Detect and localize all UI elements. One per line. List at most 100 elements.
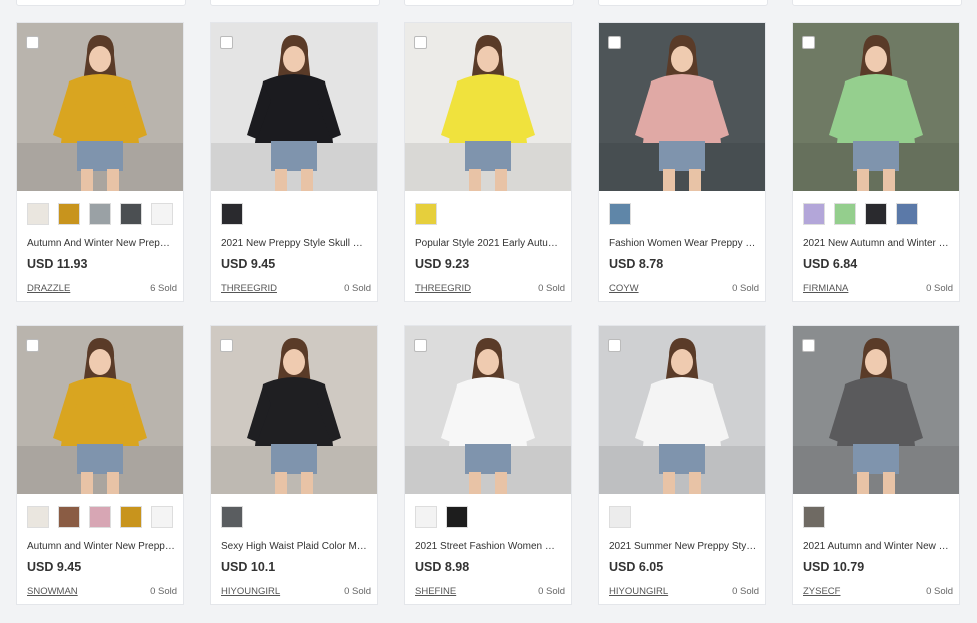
product-card[interactable]: Autumn And Winter New Preppy Style Turtl… [16,22,184,302]
select-checkbox[interactable] [608,36,621,49]
variant-thumbnail[interactable] [89,506,111,528]
product-image[interactable] [211,23,377,191]
select-checkbox[interactable] [802,36,815,49]
variant-thumbnails [803,203,953,229]
select-checkbox[interactable] [26,339,39,352]
product-image[interactable] [599,23,765,191]
variant-thumbnails [803,506,953,532]
select-checkbox[interactable] [26,36,39,49]
product-card[interactable]: Popular Style 2021 Early Autumn Sweater U… [404,22,572,302]
product-card[interactable]: Fashion Women Wear Preppy Style Top USD 8… [598,22,766,302]
store-link[interactable]: SNOWMAN [27,586,78,597]
product-title[interactable]: 2021 New Autumn and Winter Sweater [803,238,951,249]
product-image[interactable] [599,326,765,494]
variant-thumbnail[interactable] [609,203,631,225]
product-card[interactable]: 2021 New Preppy Style Skull Sweater USD 9… [210,22,378,302]
sold-count: 0 Sold [344,283,371,294]
store-link[interactable]: COYW [609,283,639,294]
product-price: USD 8.98 [415,560,470,574]
product-image[interactable] [405,23,571,191]
product-photo [17,23,183,191]
variant-thumbnail[interactable] [89,203,111,225]
variant-thumbnail[interactable] [221,203,243,225]
variant-thumbnail[interactable] [151,506,173,528]
card-edge [598,0,768,6]
product-card[interactable]: 2021 New Autumn and Winter Sweater USD 6.… [792,22,960,302]
product-photo [17,326,183,494]
product-image[interactable] [793,23,959,191]
store-link[interactable]: DRAZZLE [27,283,70,294]
variant-thumbnail[interactable] [415,506,437,528]
variant-thumbnails [609,506,759,532]
card-edge [404,0,574,6]
variant-thumbnail[interactable] [834,203,856,225]
store-link[interactable]: HIYOUNGIRL [221,586,280,597]
select-checkbox[interactable] [220,339,233,352]
sold-count: 0 Sold [150,586,177,597]
product-photo [211,23,377,191]
store-link[interactable]: FIRMIANA [803,283,848,294]
store-link[interactable]: ZYSECF [803,586,840,597]
variant-thumbnail[interactable] [803,506,825,528]
variant-thumbnails [221,506,371,532]
select-checkbox[interactable] [608,339,621,352]
variant-thumbnail[interactable] [120,203,142,225]
variant-thumbnail[interactable] [609,506,631,528]
product-price: USD 6.84 [803,257,858,271]
variant-thumbnails [415,203,565,229]
select-checkbox[interactable] [414,339,427,352]
product-photo [599,326,765,494]
product-title[interactable]: Popular Style 2021 Early Autumn Sweater [415,238,563,249]
product-title[interactable]: Fashion Women Wear Preppy Style Top [609,238,757,249]
product-title[interactable]: Autumn and Winter New Preppy Style Sweat… [27,541,175,552]
product-title[interactable]: 2021 Autumn and Winter New Cardigan [803,541,951,552]
variant-thumbnail[interactable] [446,506,468,528]
product-title[interactable]: Sexy High Waist Plaid Color Matching Ski… [221,541,369,552]
variant-thumbnail[interactable] [58,203,80,225]
variant-thumbnails [415,506,565,532]
product-image[interactable] [17,326,183,494]
card-edge [16,0,186,6]
variant-thumbnail[interactable] [896,203,918,225]
variant-thumbnail[interactable] [865,203,887,225]
product-image[interactable] [405,326,571,494]
variant-thumbnail[interactable] [221,506,243,528]
variant-thumbnail[interactable] [27,506,49,528]
store-link[interactable]: HIYOUNGIRL [609,586,668,597]
product-image[interactable] [793,326,959,494]
product-image[interactable] [211,326,377,494]
product-price: USD 9.45 [221,257,276,271]
variant-thumbnail[interactable] [415,203,437,225]
product-card[interactable]: 2021 Autumn and Winter New Cardigan USD 1… [792,325,960,605]
store-link[interactable]: THREEGRID [415,283,471,294]
product-photo [405,326,571,494]
product-title[interactable]: Autumn And Winter New Preppy Style Turtl… [27,238,175,249]
variant-thumbnail[interactable] [58,506,80,528]
variant-thumbnail[interactable] [27,203,49,225]
variant-thumbnail[interactable] [120,506,142,528]
variant-thumbnail[interactable] [151,203,173,225]
product-title[interactable]: 2021 Summer New Preppy Style Polo Top [609,541,757,552]
store-link[interactable]: THREEGRID [221,283,277,294]
select-checkbox[interactable] [220,36,233,49]
product-card[interactable]: 2021 Summer New Preppy Style Polo Top USD… [598,325,766,605]
product-price: USD 8.78 [609,257,664,271]
sold-count: 0 Sold [926,283,953,294]
product-card[interactable]: Sexy High Waist Plaid Color Matching Ski… [210,325,378,605]
product-title[interactable]: 2021 New Preppy Style Skull Sweater [221,238,369,249]
variant-thumbnail[interactable] [803,203,825,225]
product-image[interactable] [17,23,183,191]
product-photo [599,23,765,191]
product-price: USD 6.05 [609,560,664,574]
sold-count: 0 Sold [538,283,565,294]
product-title[interactable]: 2021 Street Fashion Women Wear Skirt [415,541,563,552]
product-photo [211,326,377,494]
sold-count: 0 Sold [732,283,759,294]
product-card[interactable]: 2021 Street Fashion Women Wear Skirt USD … [404,325,572,605]
store-link[interactable]: SHEFINE [415,586,456,597]
variant-thumbnails [609,203,759,229]
product-card[interactable]: Autumn and Winter New Preppy Style Sweat… [16,325,184,605]
select-checkbox[interactable] [414,36,427,49]
select-checkbox[interactable] [802,339,815,352]
sold-count: 0 Sold [926,586,953,597]
